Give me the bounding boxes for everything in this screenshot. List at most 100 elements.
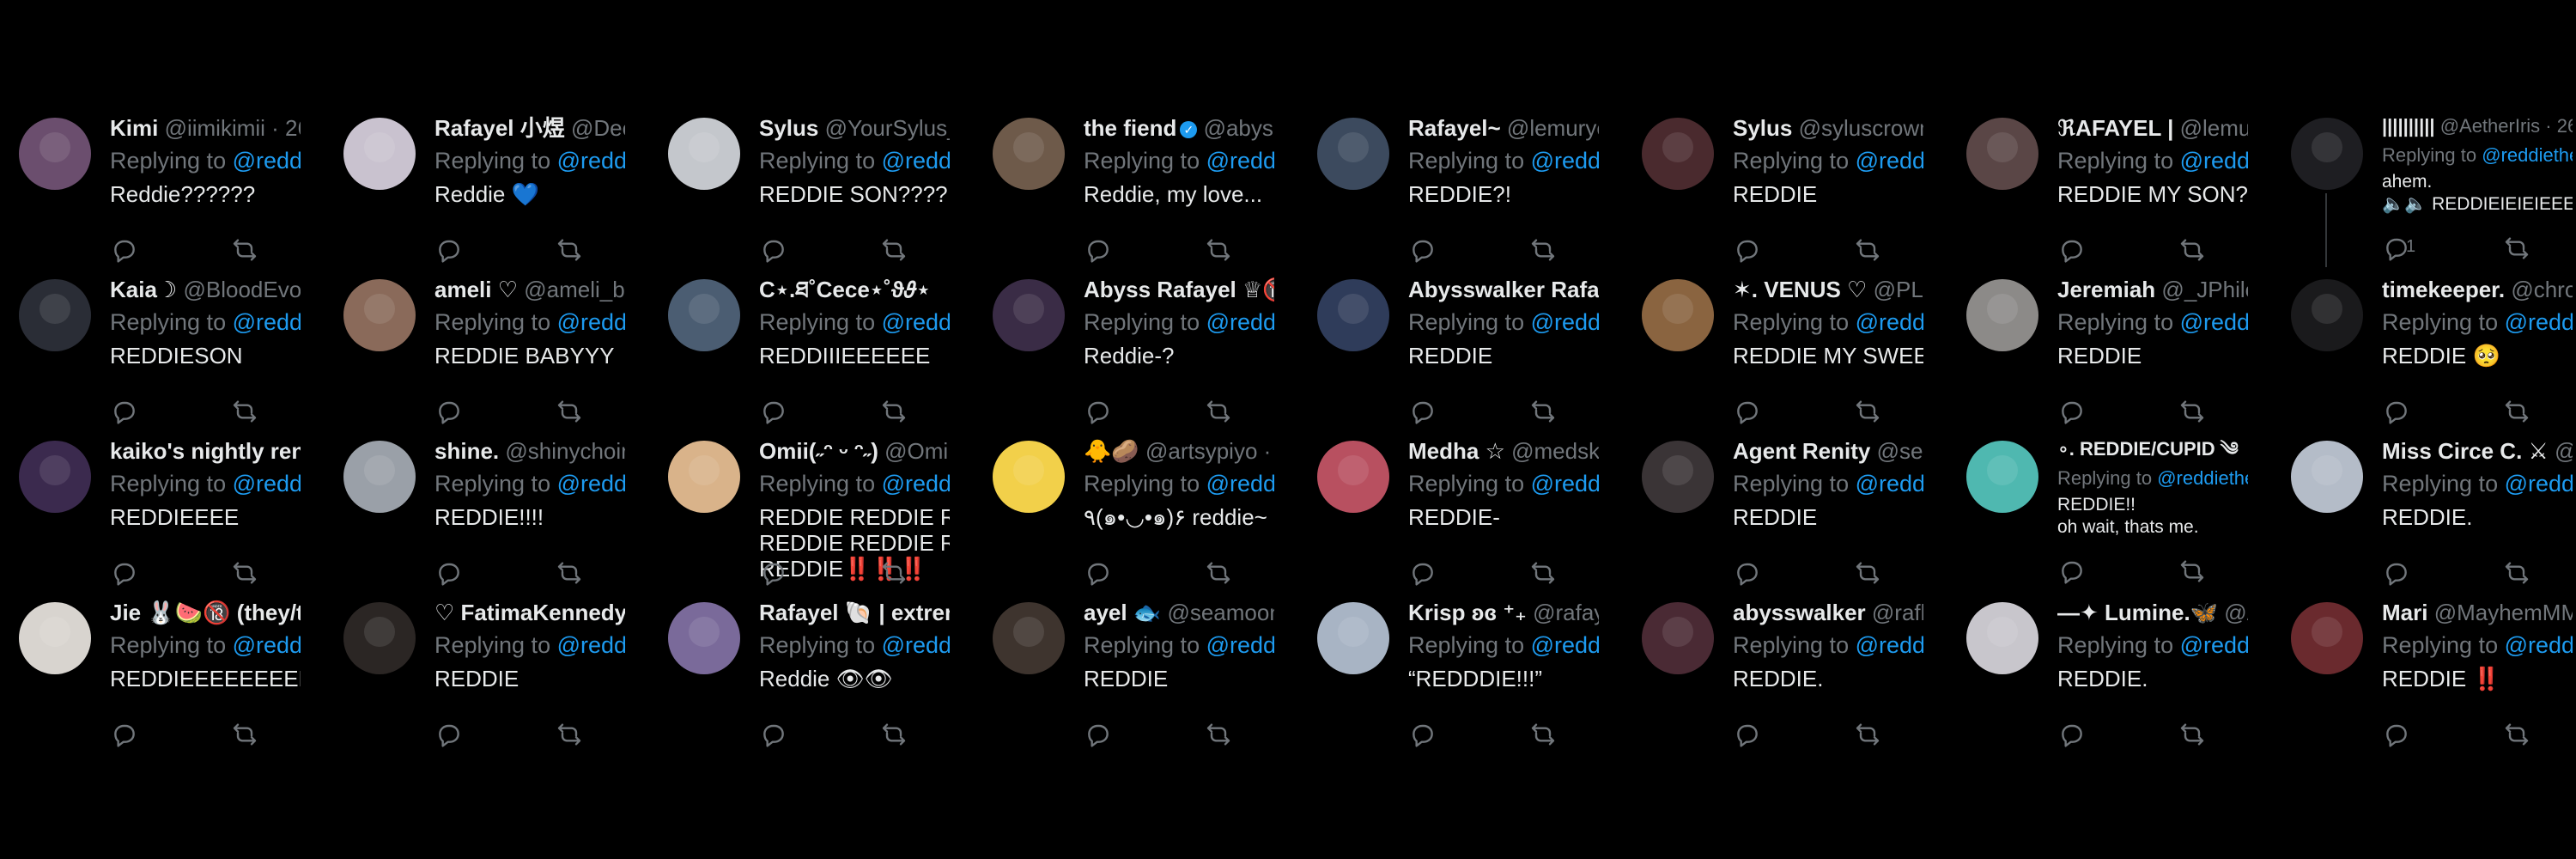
display-name[interactable]: Kimi xyxy=(110,115,158,141)
replying-to-link[interactable]: @reddiethefish xyxy=(1206,309,1274,335)
reply-tweet[interactable]: the fiend✓ @abysmsylusReplying to @reddi… xyxy=(974,107,1274,267)
reply-tweet[interactable]: Agent Renity @serene Replying to @reddiet… xyxy=(1623,430,1923,590)
user-handle[interactable]: @DeepSea xyxy=(571,115,625,141)
replying-to-link[interactable]: @reddiethefish xyxy=(2180,148,2248,174)
user-handle[interactable]: @OmiiOm xyxy=(884,438,950,464)
retweet-button[interactable] xyxy=(1204,559,1235,588)
avatar[interactable] xyxy=(2291,441,2363,513)
retweet-button[interactable] xyxy=(2178,398,2208,427)
reply-tweet[interactable]: Jie 🐰🍉🔞 (they/ther Replying to @reddieth… xyxy=(0,592,301,752)
retweet-button[interactable] xyxy=(1528,721,1559,750)
retweet-button[interactable] xyxy=(2502,398,2533,427)
user-handle[interactable]: @rafay xyxy=(1533,600,1599,625)
replying-to-link[interactable]: @reddiethefish xyxy=(882,148,950,174)
replying-to-link[interactable]: @reddiethefish xyxy=(1531,471,1599,497)
avatar[interactable] xyxy=(993,118,1065,190)
replying-to-link[interactable]: @reddiethefish xyxy=(557,632,625,658)
user-handle[interactable]: @zay xyxy=(2555,438,2573,464)
retweet-button[interactable] xyxy=(230,559,261,588)
reply-tweet[interactable]: ameli ♡ @ameli_boo · Replying to @reddiet… xyxy=(325,269,625,429)
reply-button[interactable] xyxy=(1408,236,1439,265)
retweet-button[interactable] xyxy=(1204,398,1235,427)
user-handle[interactable]: @iimikimii · 26 xyxy=(165,115,301,141)
reply-tweet[interactable]: Abyss Rafayel ♕🔞 Replying to @reddiethef… xyxy=(974,269,1274,429)
replying-to-link[interactable]: @reddiethefish xyxy=(1531,632,1599,658)
reply-button[interactable] xyxy=(2382,721,2413,750)
reply-tweet[interactable]: C⋆.ཐ˚Cece⋆˚ϑ𝜗⋆ Replying to @reddiethefis… xyxy=(649,269,950,429)
reply-tweet[interactable]: Sylus @YourSylus_ Replying to @reddiethef… xyxy=(649,107,950,267)
avatar[interactable] xyxy=(993,279,1065,351)
reply-tweet[interactable]: ♡ FatimaKennedy ♡ Replying to @reddiethe… xyxy=(325,592,625,752)
avatar[interactable] xyxy=(668,602,740,674)
reply-tweet[interactable]: abysswalker @raflus Replying to @reddieth… xyxy=(1623,592,1923,752)
avatar[interactable] xyxy=(19,118,91,190)
reply-button[interactable] xyxy=(2057,557,2088,587)
replying-to-link[interactable]: @reddiethefish xyxy=(2482,144,2573,166)
reply-button[interactable] xyxy=(110,721,141,750)
replying-to-link[interactable]: @reddiethefish xyxy=(1856,632,1923,658)
reply-tweet[interactable]: ℜAFAYEL | @lemuriaReplying to @reddiethe… xyxy=(1947,107,2248,267)
retweet-button[interactable] xyxy=(555,236,586,265)
avatar[interactable] xyxy=(1966,602,2038,674)
reply-button[interactable] xyxy=(759,721,790,750)
reply-tweet[interactable]: shine. @shinychoir · Replying to @reddiet… xyxy=(325,430,625,590)
reply-button[interactable] xyxy=(1733,721,1764,750)
retweet-button[interactable] xyxy=(1853,236,1884,265)
user-handle[interactable]: @YourSylus_ xyxy=(825,115,950,141)
avatar[interactable] xyxy=(1642,118,1714,190)
reply-button[interactable] xyxy=(2057,398,2088,427)
retweet-button[interactable] xyxy=(230,398,261,427)
retweet-button[interactable] xyxy=(555,721,586,750)
retweet-button[interactable] xyxy=(1204,721,1235,750)
retweet-button[interactable] xyxy=(2178,236,2208,265)
user-handle[interactable]: @abysmsylus xyxy=(1204,115,1274,141)
display-name[interactable]: Krisp ʚɞ ⁺₊ xyxy=(1408,600,1527,625)
replying-to-link[interactable]: @reddiethefish xyxy=(233,471,301,497)
replying-to-link[interactable]: @reddiethefish xyxy=(1206,632,1274,658)
replying-to-link[interactable]: @reddiethefish xyxy=(2180,632,2248,658)
user-handle[interactable]: @lemuria xyxy=(2180,115,2248,141)
reply-tweet[interactable]: Kaia☽ @BloodEvol_ Replying to @reddiethef… xyxy=(0,269,301,429)
user-handle[interactable]: @medska xyxy=(1511,438,1599,464)
reply-button[interactable] xyxy=(1084,721,1115,750)
avatar[interactable] xyxy=(1317,602,1389,674)
user-handle[interactable]: @chrom xyxy=(2511,277,2573,302)
reply-button[interactable] xyxy=(1408,559,1439,588)
reply-tweet[interactable]: 🐥🥔 @artsypiyo · 26 Replying to @reddiethe… xyxy=(974,430,1274,590)
reply-tweet[interactable]: Sylus @syluscrowma Replying to @reddiethe… xyxy=(1623,107,1923,267)
user-handle[interactable]: @BloodEvol_ xyxy=(183,277,301,302)
display-name[interactable]: Kaia☽ xyxy=(110,277,177,302)
reply-button[interactable] xyxy=(1084,559,1115,588)
reply-tweet[interactable]: Krisp ʚɞ ⁺₊ @rafay Replying to @reddiethe… xyxy=(1298,592,1599,752)
reply-button[interactable] xyxy=(2382,398,2413,427)
retweet-button[interactable] xyxy=(1528,559,1559,588)
replying-to-link[interactable]: @reddiethefish xyxy=(1531,148,1599,174)
reply-tweet[interactable]: Omii(˶ᵔ ᵕ ᵔ˶) @OmiiOm Replying to @reddie… xyxy=(649,430,950,590)
replying-to-link[interactable]: @reddiethefish xyxy=(557,471,625,497)
reply-button[interactable] xyxy=(110,236,141,265)
avatar[interactable] xyxy=(343,602,416,674)
user-handle[interactable]: @artsypiyo · 26 xyxy=(1145,438,1274,464)
reply-tweet[interactable]: |||||||||| @AetherIris · 26 De Replying t… xyxy=(2272,107,2573,267)
avatar[interactable] xyxy=(1317,441,1389,513)
retweet-button[interactable] xyxy=(2502,559,2533,588)
avatar[interactable] xyxy=(2291,118,2363,190)
retweet-button[interactable] xyxy=(879,236,910,265)
replying-to-link[interactable]: @reddiethefish xyxy=(233,148,301,174)
reply-button[interactable] xyxy=(759,559,790,588)
user-handle[interactable]: @_JPhilos xyxy=(2161,277,2248,302)
replying-to-link[interactable]: @reddiethefish xyxy=(557,309,625,335)
avatar[interactable] xyxy=(993,441,1065,513)
avatar[interactable] xyxy=(1966,279,2038,351)
reply-tweet[interactable]: ✶. VENUS ♡ @PLAN Replying to @reddiethefi… xyxy=(1623,269,1923,429)
display-name[interactable]: ayel 🐟 xyxy=(1084,600,1161,625)
reply-tweet[interactable]: Medha ☆ @medska Replying to @reddiethefis… xyxy=(1298,430,1599,590)
replying-to-link[interactable]: @reddiethefish xyxy=(1856,471,1923,497)
reply-button[interactable] xyxy=(1733,559,1764,588)
avatar[interactable] xyxy=(1317,279,1389,351)
user-handle[interactable]: @shinychoir · xyxy=(505,438,625,464)
display-name[interactable]: Jeremiah xyxy=(2057,277,2155,302)
user-handle[interactable]: @lemuryel xyxy=(1507,115,1599,141)
display-name[interactable]: Abyss Rafayel ♕🔞 xyxy=(1084,277,1274,302)
avatar[interactable] xyxy=(668,279,740,351)
